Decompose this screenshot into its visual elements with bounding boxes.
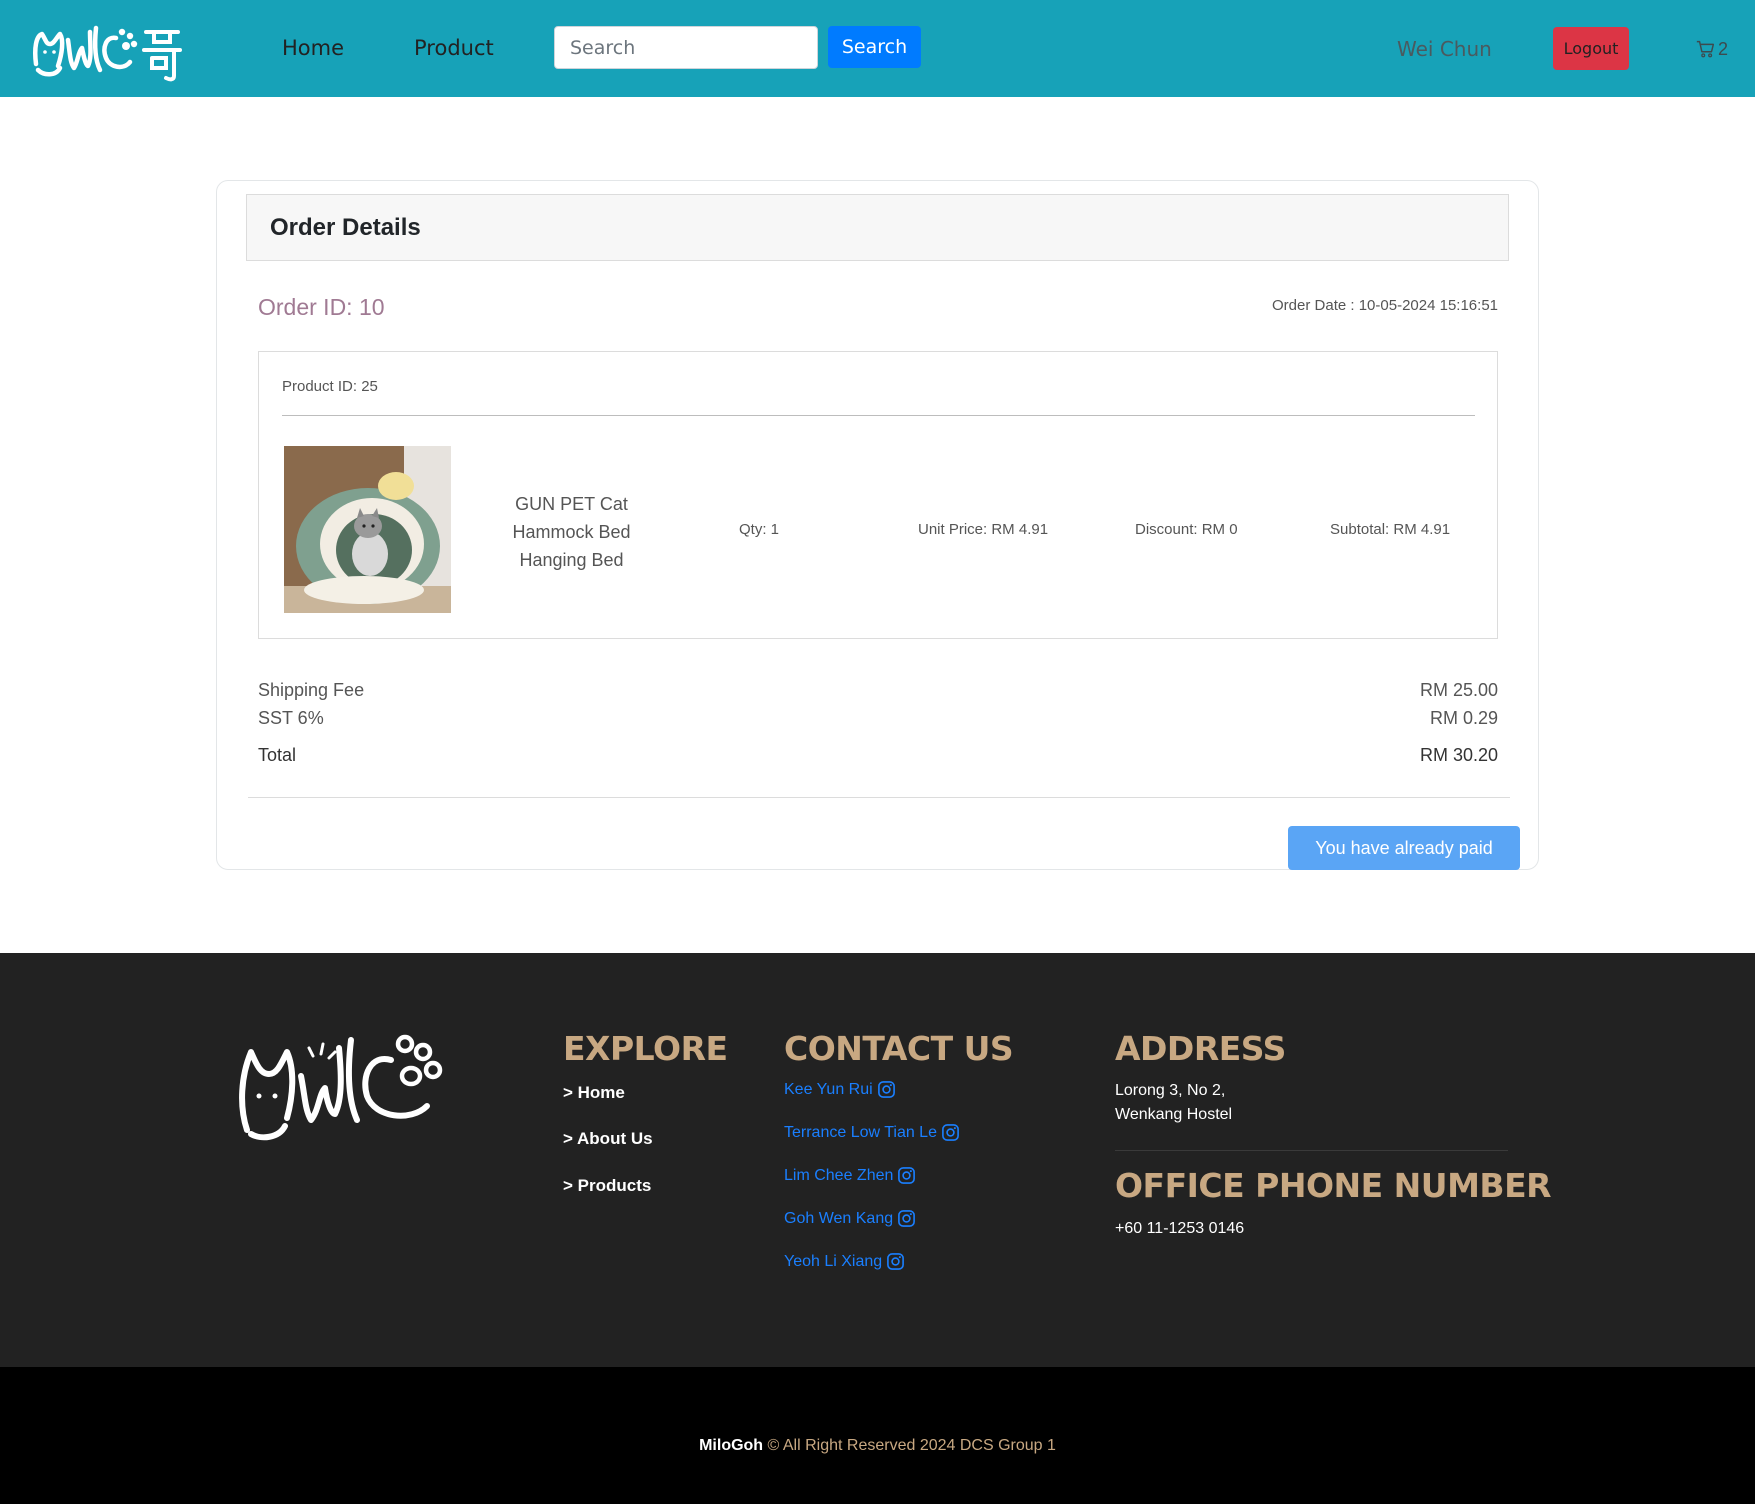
item-subtotal: Subtotal: RM 4.91 bbox=[1330, 521, 1451, 538]
address-heading: ADDRESS bbox=[1115, 1029, 1286, 1068]
copyright-bar: MiloGoh © All Right Reserved 2024 DCS Gr… bbox=[0, 1367, 1755, 1504]
explore-heading: EXPLORE bbox=[563, 1029, 728, 1068]
search-input[interactable] bbox=[554, 26, 818, 69]
already-paid-button[interactable]: You have already paid bbox=[1288, 826, 1520, 870]
contact-us-heading: CONTACT US bbox=[784, 1029, 1014, 1068]
contact-name: Yeoh Li Xiang bbox=[784, 1252, 883, 1270]
sst-label: SST 6% bbox=[258, 708, 324, 728]
product-image[interactable] bbox=[284, 446, 451, 613]
order-item: Product ID: 25 GUN PET Cat Hammock Bed H… bbox=[258, 351, 1498, 639]
item-quantity: Qty: 1 bbox=[739, 521, 780, 538]
contact-name: Terrance Low Tian Le bbox=[784, 1123, 937, 1141]
footer-products-link[interactable]: > Products bbox=[563, 1176, 651, 1196]
footer-about-us-link[interactable]: > About Us bbox=[563, 1129, 653, 1149]
footer-home-link[interactable]: > Home bbox=[563, 1083, 625, 1103]
contact-link-terrance-low-tian-le[interactable]: Terrance Low Tian Le bbox=[784, 1123, 960, 1142]
navbar: Home Product Search Wei Chun Logout 2 bbox=[0, 0, 1755, 97]
contact-link-kee-yun-rui[interactable]: Kee Yun Rui bbox=[784, 1080, 896, 1099]
divider bbox=[248, 797, 1510, 798]
divider bbox=[1115, 1150, 1508, 1151]
footer-milo-logo bbox=[239, 1034, 443, 1141]
order-details-title: Order Details bbox=[270, 214, 421, 241]
instagram-icon bbox=[898, 1210, 916, 1227]
total-label: Total bbox=[258, 745, 297, 765]
nav-product-link[interactable]: Product bbox=[414, 36, 494, 60]
address-line-1: Lorong 3, No 2, bbox=[1115, 1082, 1226, 1099]
office-phone-heading: OFFICE PHONE NUMBER bbox=[1115, 1166, 1552, 1205]
cart-link[interactable]: 2 bbox=[1695, 38, 1728, 60]
contact-name: Kee Yun Rui bbox=[784, 1080, 873, 1098]
contact-link-goh-wen-kang[interactable]: Goh Wen Kang bbox=[784, 1209, 916, 1228]
order-card-header: Order Details bbox=[246, 194, 1509, 261]
total-value: RM 30.20 bbox=[1419, 745, 1498, 765]
sst-value: RM 0.29 bbox=[1429, 708, 1498, 728]
instagram-icon bbox=[942, 1124, 959, 1141]
copyright-text: MiloGoh © All Right Reserved 2024 DCS Gr… bbox=[0, 1437, 1755, 1455]
nav-home-link[interactable]: Home bbox=[282, 36, 344, 60]
copyright-brand: MiloGoh bbox=[699, 1437, 764, 1454]
contact-link-lim-chee-zhen[interactable]: Lim Chee Zhen bbox=[784, 1166, 916, 1185]
divider bbox=[282, 415, 1475, 416]
product-name[interactable]: GUN PET Cat Hammock Bed Hanging Bed bbox=[484, 490, 659, 574]
shipping-fee-value: RM 25.00 bbox=[1419, 680, 1498, 700]
order-id: Order ID: 10 bbox=[258, 294, 385, 320]
instagram-icon bbox=[887, 1253, 905, 1270]
contact-link-yeoh-li-xiang[interactable]: Yeoh Li Xiang bbox=[784, 1252, 905, 1271]
instagram-icon bbox=[898, 1167, 916, 1184]
copyright-notice: © All Right Reserved 2024 DCS Group 1 bbox=[763, 1437, 1056, 1454]
search-button[interactable]: Search bbox=[828, 26, 921, 68]
cart-count: 2 bbox=[1718, 38, 1729, 59]
order-date: Order Date : 10-05-2024 15:16:51 bbox=[1272, 297, 1498, 314]
item-discount: Discount: RM 0 bbox=[1135, 521, 1238, 538]
item-unit-price: Unit Price: RM 4.91 bbox=[918, 521, 1049, 538]
order-card: Order Details Order ID: 10 Order Date : … bbox=[216, 180, 1539, 870]
instagram-icon bbox=[877, 1081, 895, 1098]
shipping-fee-label: Shipping Fee bbox=[258, 680, 365, 700]
username-label: Wei Chun bbox=[1397, 37, 1492, 61]
product-id: Product ID: 25 bbox=[282, 378, 378, 395]
contact-name: Goh Wen Kang bbox=[784, 1209, 894, 1227]
footer: EXPLORE > Home > About Us > Products CON… bbox=[0, 953, 1755, 1367]
milo-logo[interactable] bbox=[30, 18, 190, 82]
address-line-2: Wenkang Hostel bbox=[1115, 1106, 1233, 1123]
cart-icon bbox=[1696, 40, 1715, 58]
logout-button[interactable]: Logout bbox=[1553, 27, 1629, 70]
office-phone-number: +60 11-1253 0146 bbox=[1115, 1220, 1245, 1237]
contact-name: Lim Chee Zhen bbox=[784, 1166, 894, 1184]
